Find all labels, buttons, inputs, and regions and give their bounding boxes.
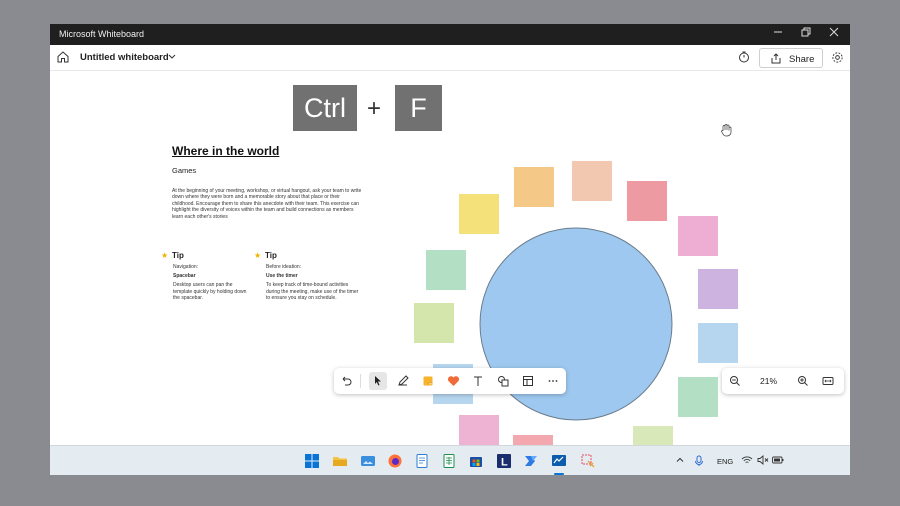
shapes-icon[interactable] [494, 372, 512, 390]
zoom-controls: 21% [722, 368, 844, 394]
snipping-tool-icon[interactable] [580, 453, 596, 469]
zoom-in-icon[interactable] [794, 372, 812, 390]
sticky-note[interactable] [414, 303, 454, 343]
share-button[interactable]: Share [759, 48, 823, 68]
file-explorer-icon[interactable] [332, 453, 348, 469]
firefox-icon[interactable] [387, 453, 403, 469]
start-icon[interactable] [304, 453, 320, 469]
share-icon [771, 53, 781, 64]
window-title: Microsoft Whiteboard [59, 29, 145, 39]
power-automate-icon[interactable] [523, 453, 539, 469]
sticky-note[interactable] [698, 323, 738, 363]
active-app-indicator [554, 473, 564, 475]
gear-icon[interactable] [831, 51, 844, 64]
zoom-level[interactable]: 21% [760, 376, 777, 386]
more-icon[interactable] [544, 372, 562, 390]
volume-muted-icon[interactable] [757, 455, 769, 465]
undo-icon[interactable] [337, 372, 355, 390]
battery-icon[interactable] [772, 455, 784, 465]
template-description: At the beginning of your meeting, worksh… [172, 188, 362, 220]
app-bar: Untitled whiteboard Share [50, 45, 850, 71]
sticky-note[interactable] [572, 161, 612, 201]
sticky-note[interactable] [513, 435, 553, 445]
text-icon[interactable] [469, 372, 487, 390]
tip-bold: Use the timer [266, 273, 298, 279]
sticky-note[interactable] [698, 269, 738, 309]
sticky-note[interactable] [633, 426, 673, 445]
pen-icon[interactable] [394, 372, 412, 390]
sticky-note[interactable] [426, 250, 466, 290]
sticky-note[interactable] [514, 167, 554, 207]
svg-text:L: L [501, 457, 508, 469]
document-title[interactable]: Untitled whiteboard [80, 52, 169, 63]
restore-button[interactable] [792, 24, 820, 45]
wifi-icon[interactable] [741, 455, 753, 465]
whiteboard-window: Microsoft Whiteboard Untitled whiteboard… [50, 24, 850, 475]
close-button[interactable] [820, 24, 848, 45]
l-app-icon[interactable]: L [496, 453, 512, 469]
toolbar-divider [360, 374, 361, 388]
tip-context: Navigation: [173, 264, 199, 270]
whiteboard-icon[interactable] [551, 453, 567, 469]
sticky-note[interactable] [678, 377, 718, 417]
timer-icon[interactable] [738, 51, 750, 63]
taskbar: L ENG [50, 445, 850, 475]
tip-bold: Spacebar [173, 273, 196, 279]
sticky-note-icon[interactable] [419, 372, 437, 390]
sticky-note[interactable] [627, 181, 667, 221]
zoom-out-icon[interactable] [726, 372, 744, 390]
share-label: Share [789, 54, 815, 65]
chevron-up-icon[interactable] [675, 455, 685, 465]
f-key: F [395, 85, 442, 131]
star-icon: ★ [254, 251, 262, 260]
store-icon[interactable] [468, 453, 484, 469]
tip-body: To keep track of time-bound activities d… [266, 282, 359, 301]
notepad-icon[interactable] [414, 453, 430, 469]
minimize-button[interactable] [764, 24, 792, 45]
language-indicator[interactable]: ENG [717, 457, 733, 466]
sticky-note[interactable] [678, 216, 718, 256]
drawing-toolbar [334, 368, 566, 394]
title-bar: Microsoft Whiteboard [50, 24, 850, 45]
template-subheading: Games [172, 166, 197, 175]
hand-cursor-icon [721, 124, 732, 137]
spreadsheet-icon[interactable] [441, 453, 457, 469]
photos-icon[interactable] [360, 453, 376, 469]
chevron-down-icon[interactable] [167, 51, 177, 61]
plus-sign: + [367, 95, 382, 122]
ctrl-key: Ctrl [293, 85, 357, 131]
select-icon[interactable] [369, 372, 387, 390]
template-heading: Where in the world [172, 144, 280, 158]
home-icon[interactable] [56, 50, 70, 64]
templates-icon[interactable] [519, 372, 537, 390]
tip-title: Tip [265, 251, 277, 260]
tip-title: Tip [172, 251, 184, 260]
reactions-icon[interactable] [444, 372, 462, 390]
tip-context: Before ideation: [266, 264, 302, 270]
star-icon: ★ [161, 251, 169, 260]
tip-body: Desktop users can pan the template quick… [173, 282, 247, 301]
microphone-icon[interactable] [694, 455, 704, 467]
fit-to-screen-icon[interactable] [819, 372, 837, 390]
